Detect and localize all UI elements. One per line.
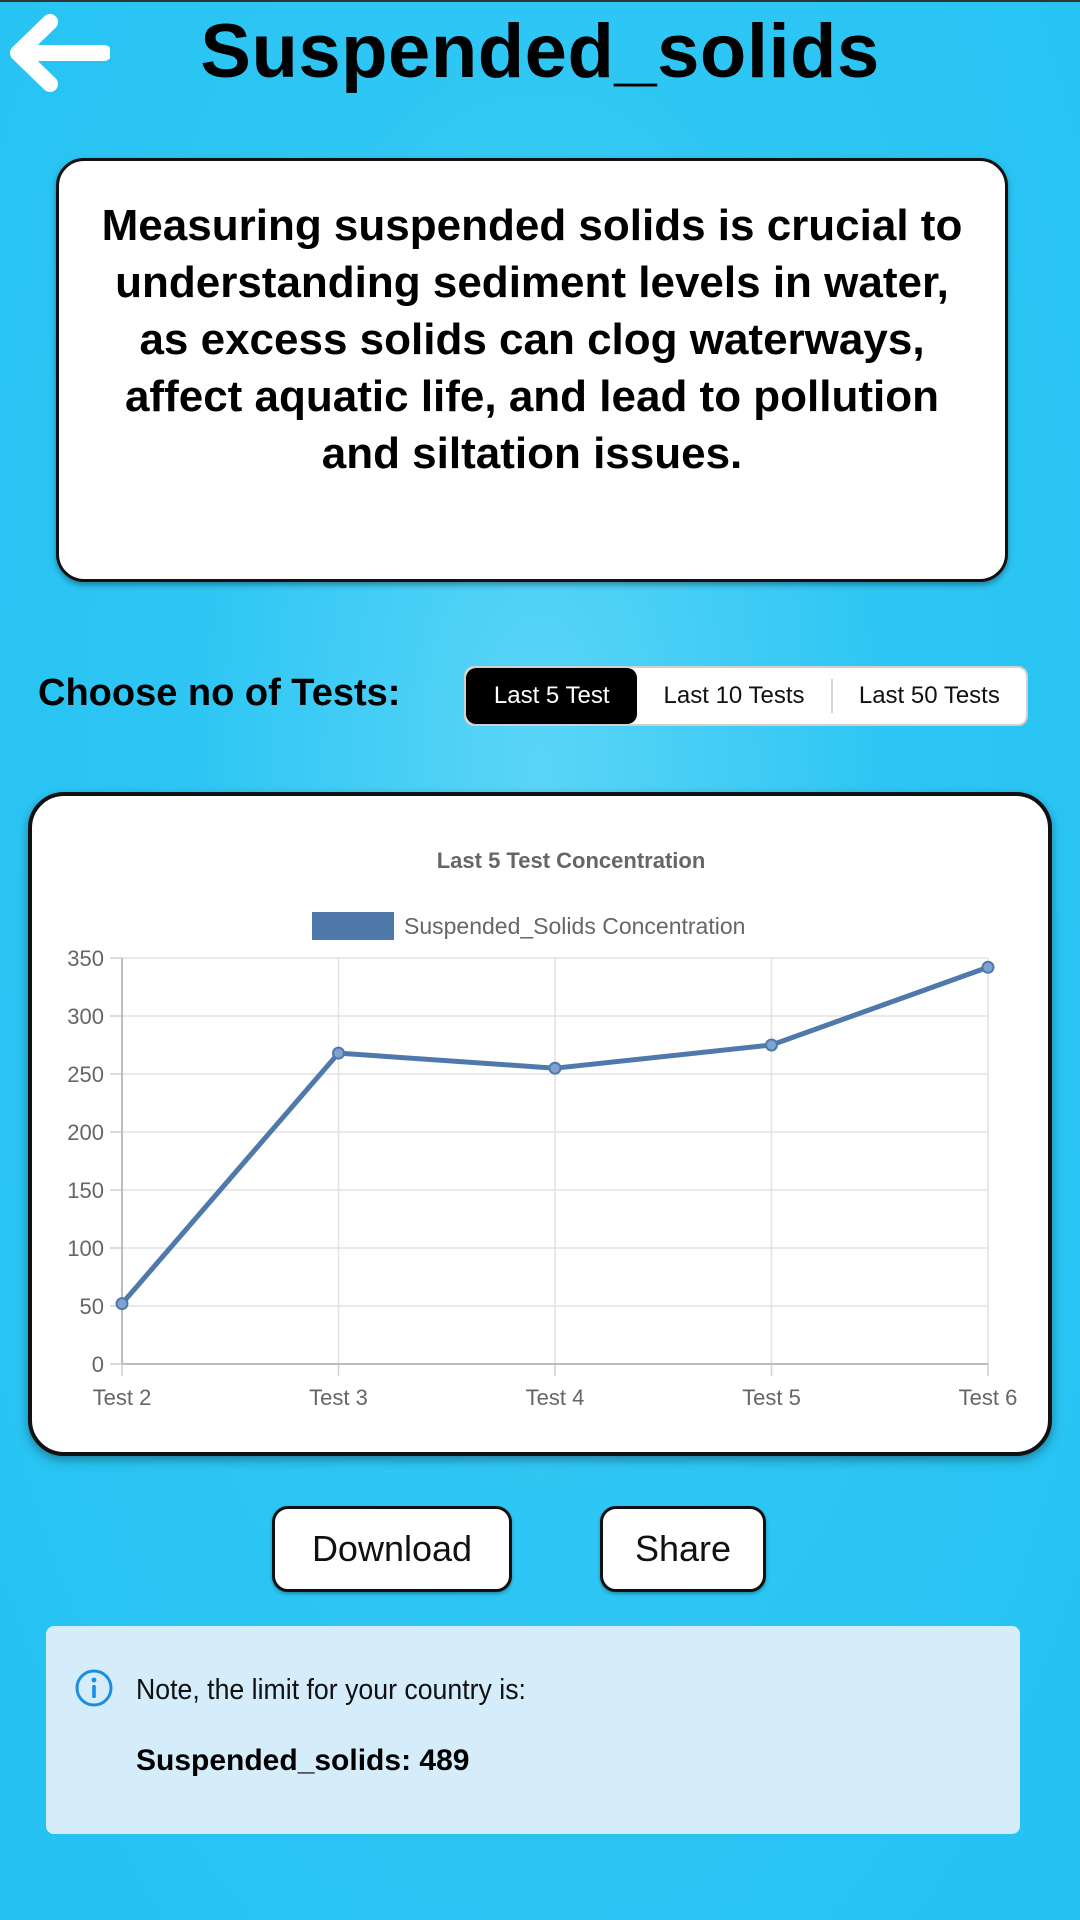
- chart-card: Last 5 Test Concentration Suspended_Solid…: [28, 792, 1052, 1456]
- data-point: [981, 960, 995, 974]
- y-tick-label: 100: [67, 1236, 104, 1261]
- chart-title: Last 5 Test Concentration: [437, 848, 706, 873]
- description-text: Measuring suspended solids is crucial to…: [101, 201, 963, 478]
- share-button[interactable]: Share: [600, 1506, 766, 1592]
- y-tick-label: 150: [67, 1178, 104, 1203]
- x-tick-label: Test 6: [959, 1385, 1018, 1410]
- option-last-10-tests[interactable]: Last 10 Tests: [637, 668, 830, 724]
- description-card: Measuring suspended solids is crucial to…: [56, 158, 1008, 582]
- limit-note-text: Note, the limit for your country is:: [136, 1674, 526, 1706]
- y-tick-label: 200: [67, 1120, 104, 1145]
- x-tick-label: Test 3: [309, 1385, 368, 1410]
- option-last-50-tests[interactable]: Last 50 Tests: [833, 668, 1026, 724]
- legend-swatch: [312, 912, 394, 940]
- y-tick-label: 250: [67, 1062, 104, 1087]
- concentration-chart: Last 5 Test Concentration Suspended_Solid…: [67, 848, 1018, 1410]
- data-point: [332, 1046, 345, 1060]
- data-point: [115, 1297, 129, 1311]
- data-point: [765, 1038, 778, 1052]
- y-tick-label: 350: [67, 946, 104, 971]
- data-point: [548, 1061, 562, 1075]
- page-title: Suspended_solids: [200, 9, 880, 94]
- x-tick-label: Test 5: [742, 1385, 801, 1410]
- tests-segmented-control: Last 5 Test Last 10 Tests Last 50 Tests: [464, 666, 1028, 726]
- x-tick-label: Test 2: [93, 1385, 152, 1410]
- legend-label: Suspended_Solids Concentration: [404, 913, 745, 939]
- y-tick-label: 300: [67, 1004, 104, 1029]
- x-tick-label: Test 4: [526, 1385, 585, 1410]
- download-button[interactable]: Download: [272, 1506, 512, 1592]
- tests-selector-label: Choose no of Tests:: [38, 672, 401, 714]
- top-border: [0, 0, 1080, 2]
- option-last-5-tests[interactable]: Last 5 Test: [466, 668, 638, 724]
- info-icon: [75, 1669, 113, 1707]
- limit-note-value: Suspended_solids: 489: [136, 1744, 470, 1777]
- y-tick-label: 0: [92, 1352, 104, 1377]
- y-tick-label: 50: [80, 1294, 104, 1319]
- limit-note: Note, the limit for your country is: Sus…: [46, 1626, 1020, 1834]
